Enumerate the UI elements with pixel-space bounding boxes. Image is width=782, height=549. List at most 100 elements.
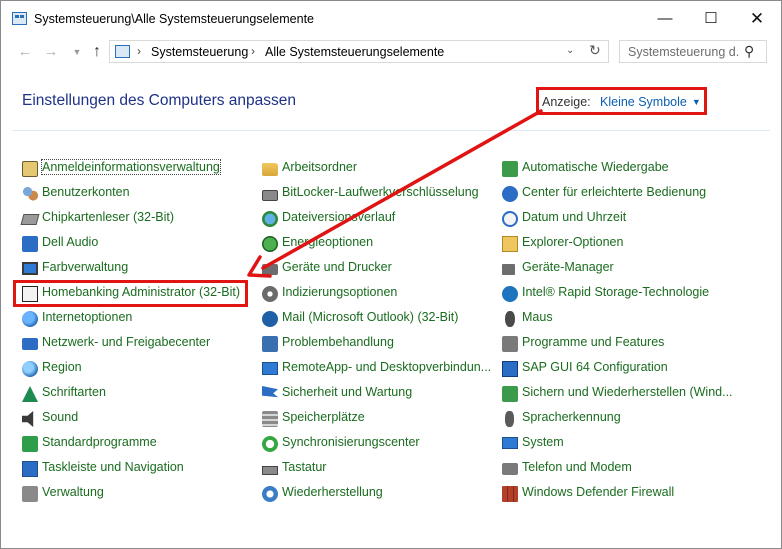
item-label: Mail (Microsoft Outlook) (32-Bit) bbox=[282, 310, 459, 324]
item-label: Problembehandlung bbox=[282, 335, 394, 349]
navigation-bar: ← → ▼ ↑ › Systemsteuerung › Alle Systems… bbox=[1, 37, 781, 67]
item-label: Dell Audio bbox=[42, 235, 99, 249]
item-label: Internetoptionen bbox=[42, 310, 133, 324]
minimize-button[interactable]: — bbox=[642, 1, 688, 37]
close-button[interactable]: ✕ bbox=[734, 1, 780, 37]
item-label: Center für erleichterte Bedienung bbox=[522, 185, 707, 199]
item-label: Verwaltung bbox=[42, 485, 104, 499]
network-icon bbox=[22, 338, 38, 350]
item-label: Energieoptionen bbox=[282, 235, 374, 249]
title-bar: Systemsteuerung\Alle Systemsteuerungsele… bbox=[1, 1, 781, 37]
item-label: Chipkartenleser (32-Bit) bbox=[42, 210, 174, 224]
devices-printers-icon bbox=[262, 264, 278, 275]
item-label: Arbeitsordner bbox=[282, 160, 358, 174]
address-dropdown-chevron-icon[interactable]: ⌄ bbox=[566, 45, 574, 56]
control-panel-icon bbox=[12, 12, 27, 25]
item-label: RemoteApp- und Desktopverbindun... bbox=[282, 360, 492, 374]
item-label: Wiederherstellung bbox=[282, 485, 383, 499]
header-divider bbox=[12, 130, 770, 131]
breadcrumb-chevron-icon[interactable]: › bbox=[137, 44, 141, 58]
item-label: Schriftarten bbox=[42, 385, 106, 399]
internet-options-icon bbox=[22, 311, 38, 327]
system-icon bbox=[502, 437, 518, 449]
control-panel-window: Systemsteuerung\Alle Systemsteuerungsele… bbox=[0, 0, 782, 549]
item-label: Sound bbox=[42, 410, 79, 424]
item-label: Tastatur bbox=[282, 460, 327, 474]
address-bar[interactable]: › Systemsteuerung › Alle Systemsteuerung… bbox=[109, 40, 609, 63]
smart-card-reader-icon bbox=[20, 214, 40, 225]
item-label: Farbverwaltung bbox=[42, 260, 129, 274]
item-label: SAP GUI 64 Configuration bbox=[522, 360, 668, 374]
sound-icon bbox=[22, 411, 34, 427]
autoplay-icon bbox=[502, 161, 518, 177]
work-folders-icon bbox=[262, 163, 278, 176]
search-input[interactable]: Systemsteuerung d... ⚲ bbox=[619, 40, 767, 63]
explorer-options-icon bbox=[502, 236, 518, 252]
device-manager-icon bbox=[502, 264, 515, 275]
item-label: Netzwerk- und Freigabecenter bbox=[42, 335, 211, 349]
color-management-icon bbox=[22, 262, 38, 275]
item-label: Region bbox=[42, 360, 82, 374]
maximize-button[interactable]: ☐ bbox=[688, 1, 734, 37]
backup-restore-icon bbox=[502, 386, 518, 402]
item-label: Geräte und Drucker bbox=[282, 260, 392, 274]
security-flag-icon bbox=[262, 386, 278, 398]
item-label: Benutzerkonten bbox=[42, 185, 130, 199]
fonts-icon bbox=[22, 386, 38, 402]
item-label: Sicherheit und Wartung bbox=[282, 385, 413, 399]
storage-spaces-icon bbox=[262, 411, 278, 427]
credential-manager-icon bbox=[22, 161, 38, 177]
item-label: Explorer-Optionen bbox=[522, 235, 624, 249]
item-label: Maus bbox=[522, 310, 553, 324]
item-label: Automatische Wiedergabe bbox=[522, 160, 669, 174]
mail-icon bbox=[262, 311, 278, 327]
item-label: Standardprogramme bbox=[42, 435, 157, 449]
page-title: Einstellungen des Computers anpassen bbox=[22, 92, 297, 109]
item-label: Datum und Uhrzeit bbox=[522, 210, 627, 224]
item-label: BitLocker-Laufwerkverschlüsselung bbox=[282, 185, 479, 199]
power-options-icon bbox=[262, 236, 278, 252]
highlight-box-view-mode bbox=[536, 87, 707, 115]
region-icon bbox=[22, 361, 38, 377]
programs-features-icon bbox=[502, 336, 518, 352]
item-label: Indizierungsoptionen bbox=[282, 285, 398, 299]
indexing-options-icon bbox=[262, 286, 278, 302]
default-programs-icon bbox=[22, 436, 38, 452]
item-label: System bbox=[522, 435, 564, 449]
item-label: Sichern und Wiederherstellen (Wind... bbox=[522, 385, 733, 399]
item-label: Taskleiste und Navigation bbox=[42, 460, 184, 474]
troubleshooting-icon bbox=[262, 336, 278, 352]
recovery-icon bbox=[262, 486, 278, 502]
up-arrow-icon[interactable]: ↑ bbox=[85, 40, 109, 64]
firewall-icon bbox=[502, 486, 518, 502]
dell-audio-icon bbox=[22, 236, 38, 252]
taskbar-icon bbox=[22, 461, 38, 477]
mouse-icon bbox=[505, 311, 515, 327]
ease-of-access-icon bbox=[502, 186, 518, 202]
phone-modem-icon bbox=[502, 463, 518, 475]
administrative-tools-icon bbox=[22, 486, 38, 502]
item-label: Windows Defender Firewall bbox=[522, 485, 675, 499]
item-label: Telefon und Modem bbox=[522, 460, 632, 474]
item-label: Spracherkennung bbox=[522, 410, 621, 424]
user-accounts-icon bbox=[22, 186, 38, 202]
date-time-icon bbox=[502, 211, 518, 227]
highlight-box-homebanking bbox=[13, 280, 248, 307]
forward-arrow-icon[interactable]: → bbox=[39, 40, 63, 64]
item-label: Intel® Rapid Storage-Technologie bbox=[522, 285, 710, 299]
breadcrumb-control-panel[interactable]: Systemsteuerung bbox=[151, 45, 248, 59]
window-title: Systemsteuerung\Alle Systemsteuerungsele… bbox=[34, 12, 315, 26]
refresh-icon[interactable]: ↻ bbox=[589, 42, 601, 59]
sync-center-icon bbox=[262, 436, 278, 452]
keyboard-icon bbox=[262, 466, 278, 475]
item-label: Speicherplätze bbox=[282, 410, 365, 424]
search-icon[interactable]: ⚲ bbox=[744, 43, 754, 60]
address-control-panel-icon bbox=[115, 45, 130, 58]
bitlocker-icon bbox=[262, 190, 278, 201]
breadcrumb-chevron-icon[interactable]: › bbox=[251, 44, 255, 58]
remoteapp-icon bbox=[262, 362, 278, 375]
item-label: Dateiversionsverlauf bbox=[282, 210, 396, 224]
breadcrumb-all-items[interactable]: Alle Systemsteuerungselemente bbox=[265, 45, 444, 59]
search-placeholder: Systemsteuerung d... bbox=[628, 45, 740, 59]
back-arrow-icon[interactable]: ← bbox=[13, 40, 37, 64]
